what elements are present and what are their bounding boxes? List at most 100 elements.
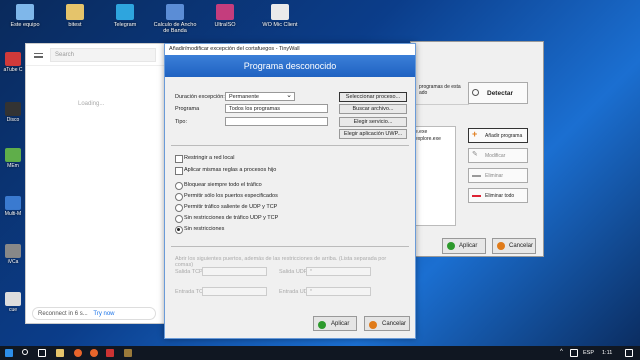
desktop-icon-label: Telegram	[113, 22, 137, 28]
program-field[interactable]: Todos los programas	[225, 104, 328, 113]
side-window-topbar: Search	[26, 44, 164, 66]
desktop-icon[interactable]: Disco	[0, 102, 26, 123]
minus-red-icon	[472, 195, 481, 197]
mic-icon	[271, 4, 289, 20]
divider	[171, 246, 409, 247]
atube-icon	[5, 52, 21, 66]
dialog-apply-button[interactable]: Aplicar	[313, 316, 357, 331]
divider	[171, 145, 409, 146]
child-process-checkbox[interactable]: Aplicar mismas reglas a procesos hijo	[175, 167, 276, 175]
cancel-icon	[369, 321, 377, 329]
pencil-icon: ✎	[472, 151, 478, 158]
desktop-icon[interactable]: UltraISO	[200, 4, 250, 28]
app-icon[interactable]	[106, 349, 114, 357]
desktop-icon-label: iVCa	[7, 259, 19, 265]
menu-icon[interactable]	[34, 53, 43, 58]
udp-in-field[interactable]: *	[306, 287, 371, 296]
telegram-icon	[116, 4, 134, 20]
clock[interactable]: 1:11	[602, 350, 612, 356]
loading-text: Loading...	[78, 101, 105, 107]
taskbar: ^ ESP 1:11	[0, 346, 640, 360]
add-program-button[interactable]: + Añadir programa	[468, 128, 528, 143]
windows-start-icon[interactable]	[5, 349, 13, 357]
browse-file-button[interactable]: Buscar archivo...	[339, 104, 407, 114]
program-label: Programa	[175, 106, 200, 112]
remove-all-button[interactable]: Eliminar todo	[468, 188, 528, 203]
tcp-out-label: Salida TCP:	[175, 269, 205, 275]
disc-icon	[216, 4, 234, 20]
desktop-icon[interactable]: iVCa	[0, 244, 26, 265]
desktop-icon[interactable]: MEm	[0, 148, 26, 169]
search-icon[interactable]	[22, 349, 28, 355]
dialog-title: Añadir/modificar excepción del cortafueg…	[165, 44, 415, 55]
duration-select[interactable]: Permanente	[225, 91, 295, 101]
list-item[interactable]: explore.exe	[415, 136, 452, 143]
list-item[interactable]: e.exe	[415, 129, 452, 136]
exception-dialog: Añadir/modificar excepción del cortafueg…	[164, 43, 416, 339]
notification-icon[interactable]	[625, 349, 633, 357]
android-icon	[5, 148, 21, 162]
udp-out-label: Salida UDP:	[279, 269, 309, 275]
duration-label: Duración excepción:	[175, 94, 225, 100]
firefox-icon[interactable]	[74, 349, 82, 357]
desktop-icon[interactable]: WO Mic Client	[255, 4, 305, 28]
apply-button[interactable]: Aplicar	[442, 238, 486, 254]
desktop-icon[interactable]: Multi-M	[0, 196, 26, 217]
calculator-icon	[166, 4, 184, 20]
firefox-icon[interactable]	[90, 349, 98, 357]
desktop-icon[interactable]: cue	[0, 292, 26, 313]
desktop-icon[interactable]: Este equipo	[0, 4, 50, 28]
cancel-button[interactable]: Cancelar	[492, 238, 536, 254]
type-field[interactable]	[225, 117, 328, 126]
select-process-button[interactable]: Seleccionar proceso...	[339, 92, 407, 102]
desktop-icon-label: Disco	[6, 117, 20, 123]
search-input[interactable]: Search	[50, 48, 156, 62]
desktop-icon-label: Multi-M	[4, 211, 22, 217]
desktop-icon[interactable]: Telegram	[100, 4, 150, 28]
detect-button[interactable]: Detectar	[468, 82, 528, 104]
desktop-icon-label: Este equipo	[10, 22, 40, 28]
desktop-icon-label: cue	[8, 307, 18, 313]
language-indicator[interactable]: ESP	[583, 350, 594, 356]
magnifier-icon	[472, 89, 479, 96]
folder-icon	[66, 4, 84, 20]
udp-out-field[interactable]: *	[306, 267, 371, 276]
desktop-icon[interactable]: Calculo de Ancho de Banda	[150, 4, 200, 34]
task-view-icon[interactable]	[38, 349, 46, 357]
file-explorer-icon[interactable]	[56, 349, 64, 357]
check-icon	[447, 242, 455, 250]
radio-block-all[interactable]: Bloquear siempre todo el tráfico	[175, 182, 262, 190]
remove-button[interactable]: Eliminar	[468, 168, 528, 183]
tinywall-icon[interactable]	[124, 349, 132, 357]
plus-icon: +	[472, 129, 478, 139]
program-list[interactable]: e.exe explore.exe	[411, 126, 456, 226]
desktop-icon-label: UltraISO	[214, 22, 236, 28]
try-now-link[interactable]: Try now	[93, 311, 114, 317]
udp-in-label: Entrada UD:	[279, 289, 310, 295]
local-network-checkbox[interactable]: Restringir a red local	[175, 155, 234, 163]
dialog-header: Programa desconocido	[165, 55, 415, 77]
check-icon	[318, 321, 326, 329]
radio-specified-ports[interactable]: Permitir sólo los puertos especificados	[175, 193, 278, 201]
radio-unrestricted-udp-tcp[interactable]: Sin restricciones de tráfico UDP y TCP	[175, 215, 278, 223]
dialog-cancel-button[interactable]: Cancelar	[364, 316, 410, 331]
cancel-icon	[497, 242, 505, 250]
modify-button[interactable]: ✎ Modificar	[468, 148, 528, 163]
desktop-icon[interactable]: bitest	[50, 4, 100, 28]
desktop-icon-label: Calculo de Ancho de Banda	[153, 22, 197, 34]
network-icon[interactable]	[570, 349, 578, 357]
radio-unrestricted[interactable]: Sin restricciones	[175, 226, 224, 234]
tcp-out-field[interactable]	[202, 267, 267, 276]
desktop-icon[interactable]: aTube C	[0, 52, 26, 73]
choose-service-button[interactable]: Elegir servicio...	[339, 117, 407, 127]
tray-chevron-icon[interactable]: ^	[560, 349, 568, 357]
disc-icon	[5, 102, 21, 116]
info-text: programas de esta ado	[419, 84, 461, 96]
desktop-icon-label: bitest	[68, 22, 82, 28]
app-icon	[5, 196, 21, 210]
radio-outgoing[interactable]: Permitir tráfico saliente de UDP y TCP	[175, 204, 277, 212]
side-window: Search Loading... Reconnect in 6 s... Tr…	[25, 43, 165, 324]
choose-uwp-button[interactable]: Elegir aplicación UWP...	[339, 129, 407, 139]
file-icon	[5, 292, 21, 306]
tcp-in-field[interactable]	[202, 287, 267, 296]
